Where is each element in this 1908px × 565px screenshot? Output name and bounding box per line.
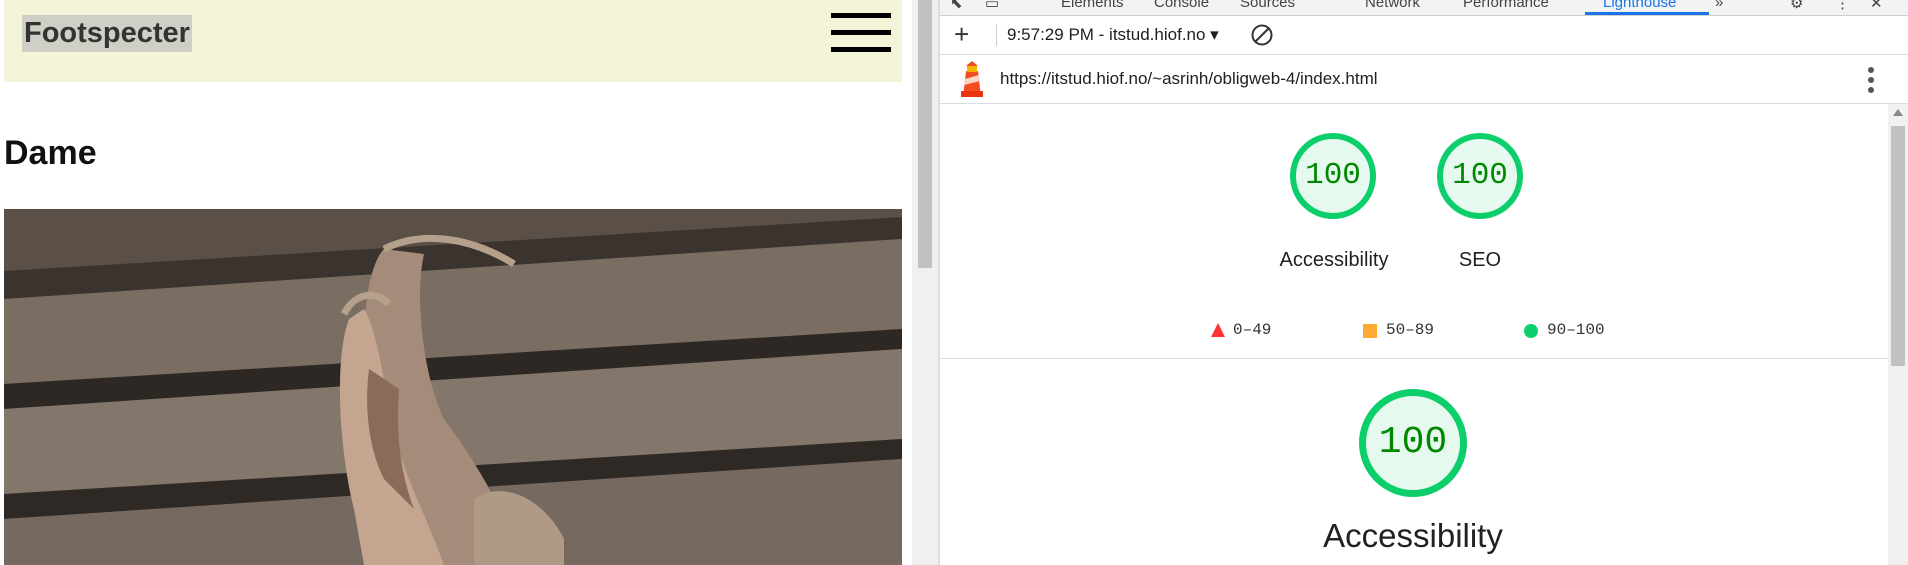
legend-fail-range: 0–49 [1233,321,1272,339]
seo-gauge-label[interactable]: SEO [1420,249,1540,272]
clear-block-icon[interactable] [1250,23,1274,47]
accessibility-category-title: Accessibility [1323,517,1503,554]
report-scrollbar[interactable] [1888,104,1908,565]
seo-score-gauge[interactable]: 100 [1437,133,1523,219]
tab-performance[interactable]: Performance [1463,0,1549,11]
audited-url: https://itstud.hiof.no/~asrinh/obligweb-… [1000,69,1378,88]
settings-gear-icon[interactable]: ⚙ [1790,0,1803,12]
devtools-tab-strip: ⬉ ▭ Elements Console Sources Network Per… [940,0,1908,16]
toolbar-divider [996,24,997,46]
new-report-plus-icon[interactable]: + [954,21,969,47]
accessibility-score-gauge[interactable]: 100 [1290,133,1376,219]
accessibility-category-gauge: 100 [1359,389,1467,497]
site-brand[interactable]: Footspecter [22,15,192,52]
product-photo [4,209,902,565]
site-scrollbar-thumb[interactable] [918,0,932,268]
device-toggle-icon[interactable]: ▭ [985,0,999,12]
tab-network[interactable]: Network [1365,0,1420,11]
site-header: Footspecter [4,0,902,82]
tab-sources[interactable]: Sources [1240,0,1295,11]
tab-elements[interactable]: Elements [1061,0,1124,11]
site-scrollbar[interactable] [912,0,938,565]
devtools-panel: ⬉ ▭ Elements Console Sources Network Per… [940,0,1908,565]
fail-triangle-icon [1211,323,1225,337]
inspect-icon[interactable]: ⬉ [950,0,963,12]
report-selector[interactable]: 9:57:29 PM - itstud.hiof.no ▾ [1007,25,1219,45]
accessibility-gauge-label[interactable]: Accessibility [1254,249,1414,272]
active-tab-indicator [1585,12,1709,15]
lighthouse-toolbar: + 9:57:29 PM - itstud.hiof.no ▾ [940,16,1908,55]
tab-console[interactable]: Console [1154,0,1209,11]
average-square-icon [1363,324,1377,338]
hamburger-menu-icon[interactable] [831,13,891,53]
section-title: Dame [4,134,97,172]
website-viewport: Footspecter Dame [0,0,912,565]
scroll-up-arrow-icon[interactable] [1893,109,1903,116]
more-tabs-icon[interactable]: » [1715,0,1723,11]
score-legend: 0–49 50–89 90–100 [940,317,1888,347]
seo-score: 100 [1452,158,1508,193]
report-scrollbar-thumb[interactable] [1891,126,1905,366]
legend-pass-range: 90–100 [1547,321,1605,339]
accessibility-score: 100 [1305,158,1361,193]
lighthouse-report: 100 Accessibility 100 SEO 0–49 50–89 90–… [940,104,1888,565]
pass-circle-icon [1524,324,1538,338]
report-url-bar: https://itstud.hiof.no/~asrinh/obligweb-… [940,55,1908,104]
tab-lighthouse[interactable]: Lighthouse [1603,0,1676,11]
accessibility-category-score: 100 [1378,421,1448,464]
more-options-icon[interactable]: ⋮ [1835,0,1850,12]
legend-average-range: 50–89 [1386,321,1435,339]
report-menu-icon[interactable] [1868,67,1876,93]
lighthouse-logo-icon [961,61,983,97]
report-divider [940,358,1888,359]
close-devtools-icon[interactable]: ✕ [1870,0,1883,12]
